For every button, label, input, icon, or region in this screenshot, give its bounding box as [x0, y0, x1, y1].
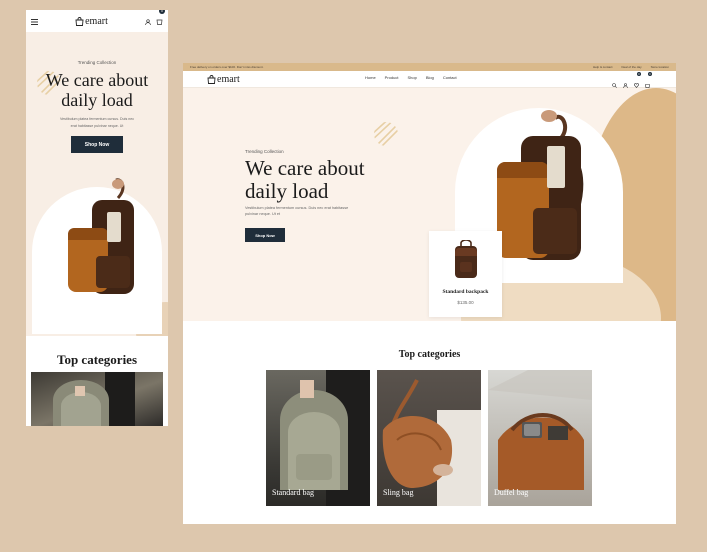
- shop-now-button[interactable]: Shop Now: [71, 136, 123, 153]
- hero-title-line1: We care about: [245, 156, 365, 180]
- categories-title: Top categories: [398, 349, 461, 360]
- category-label: Duffel bag: [494, 488, 529, 497]
- sling-bag-photo: [382, 379, 481, 506]
- wishlist-count-badge: 0: [637, 72, 641, 76]
- top-bar: Free delivery on orders over $100. Don't…: [183, 63, 676, 71]
- product-price: $135.00: [457, 300, 474, 305]
- deal-of-day-link[interactable]: Deal of the day: [621, 65, 641, 69]
- desktop-hero: Trending Collection We care about daily …: [183, 88, 676, 321]
- stripes-decoration-icon: [374, 122, 398, 146]
- desktop-logo[interactable]: emart: [207, 74, 240, 85]
- nav-item-blog[interactable]: Blog: [426, 75, 434, 80]
- backpack-image: [497, 110, 584, 260]
- hero-description-line1: Vestibulum platea fermentum cursus. Duis…: [245, 206, 349, 210]
- mobile-hero: Trending Collection We care about daily …: [26, 32, 168, 336]
- cart-count-badge: 0: [158, 10, 165, 14]
- category-card-duffel-bag[interactable]: Duffel bag: [488, 370, 592, 506]
- promo-text: Free delivery on orders over $100. Don't…: [190, 65, 264, 69]
- standard-bag-photo: [280, 370, 370, 506]
- shop-now-button[interactable]: Shop Now: [245, 228, 285, 242]
- hero-eyebrow: Trending Collection: [245, 149, 284, 154]
- category-image-standard-bag[interactable]: [31, 372, 163, 426]
- categories-title: Top categories: [56, 352, 138, 367]
- nav-item-home[interactable]: Home: [365, 75, 376, 80]
- product-card[interactable]: Standard backpack $135.00: [429, 231, 502, 317]
- bag-logo-icon: [75, 16, 84, 26]
- help-contact-link[interactable]: Help & contact: [593, 65, 613, 69]
- nav-item-contact[interactable]: Contact: [443, 75, 457, 80]
- mobile-preview: emart 0 Trending Collection We care abou…: [26, 10, 168, 426]
- product-name: Standard backpack: [442, 289, 489, 295]
- bag-logo-icon: [207, 74, 216, 84]
- mobile-header: emart 0: [26, 10, 168, 32]
- category-card-standard-bag[interactable]: Standard bag: [266, 370, 370, 506]
- cart-count-badge: 0: [648, 72, 652, 76]
- hero-description-line1: Vestibulum platea fermentum cursus. Duis…: [59, 117, 135, 121]
- store-location-link[interactable]: Store location: [651, 65, 669, 69]
- hero-title-line1: We care about: [45, 70, 149, 90]
- category-label: Standard bag: [272, 488, 314, 497]
- hero-description-line2: pulvinar neque. Ut et: [245, 212, 281, 216]
- cart-icon[interactable]: 0: [156, 10, 165, 30]
- mobile-logo[interactable]: emart: [75, 16, 108, 27]
- brand-name: emart: [217, 73, 240, 85]
- category-card-sling-bag[interactable]: Sling bag: [377, 370, 481, 506]
- main-nav: Home Product Shop Blog Contact: [365, 75, 457, 80]
- hero-title-line2: daily load: [245, 179, 329, 203]
- nav-item-shop[interactable]: Shop: [407, 75, 416, 80]
- desktop-header: emart Home Product Shop Blog Contact 0 0: [183, 71, 676, 89]
- hero-title-line2: daily load: [61, 90, 133, 110]
- hamburger-menu-icon[interactable]: [31, 12, 38, 30]
- brand-name: emart: [85, 15, 108, 27]
- hero-description-line2: erat habitasse pulvinar neque. Ut: [70, 124, 124, 128]
- category-label: Sling bag: [383, 488, 414, 497]
- backpack-image: [68, 178, 134, 294]
- duffel-bag-photo: [488, 370, 592, 490]
- backpack-photo: [53, 372, 135, 426]
- hero-eyebrow: Trending Collection: [77, 60, 117, 65]
- desktop-preview: Free delivery on orders over $100. Don't…: [183, 63, 676, 524]
- nav-item-product[interactable]: Product: [385, 75, 399, 80]
- product-thumbnail: [454, 240, 477, 278]
- user-icon[interactable]: [145, 12, 151, 30]
